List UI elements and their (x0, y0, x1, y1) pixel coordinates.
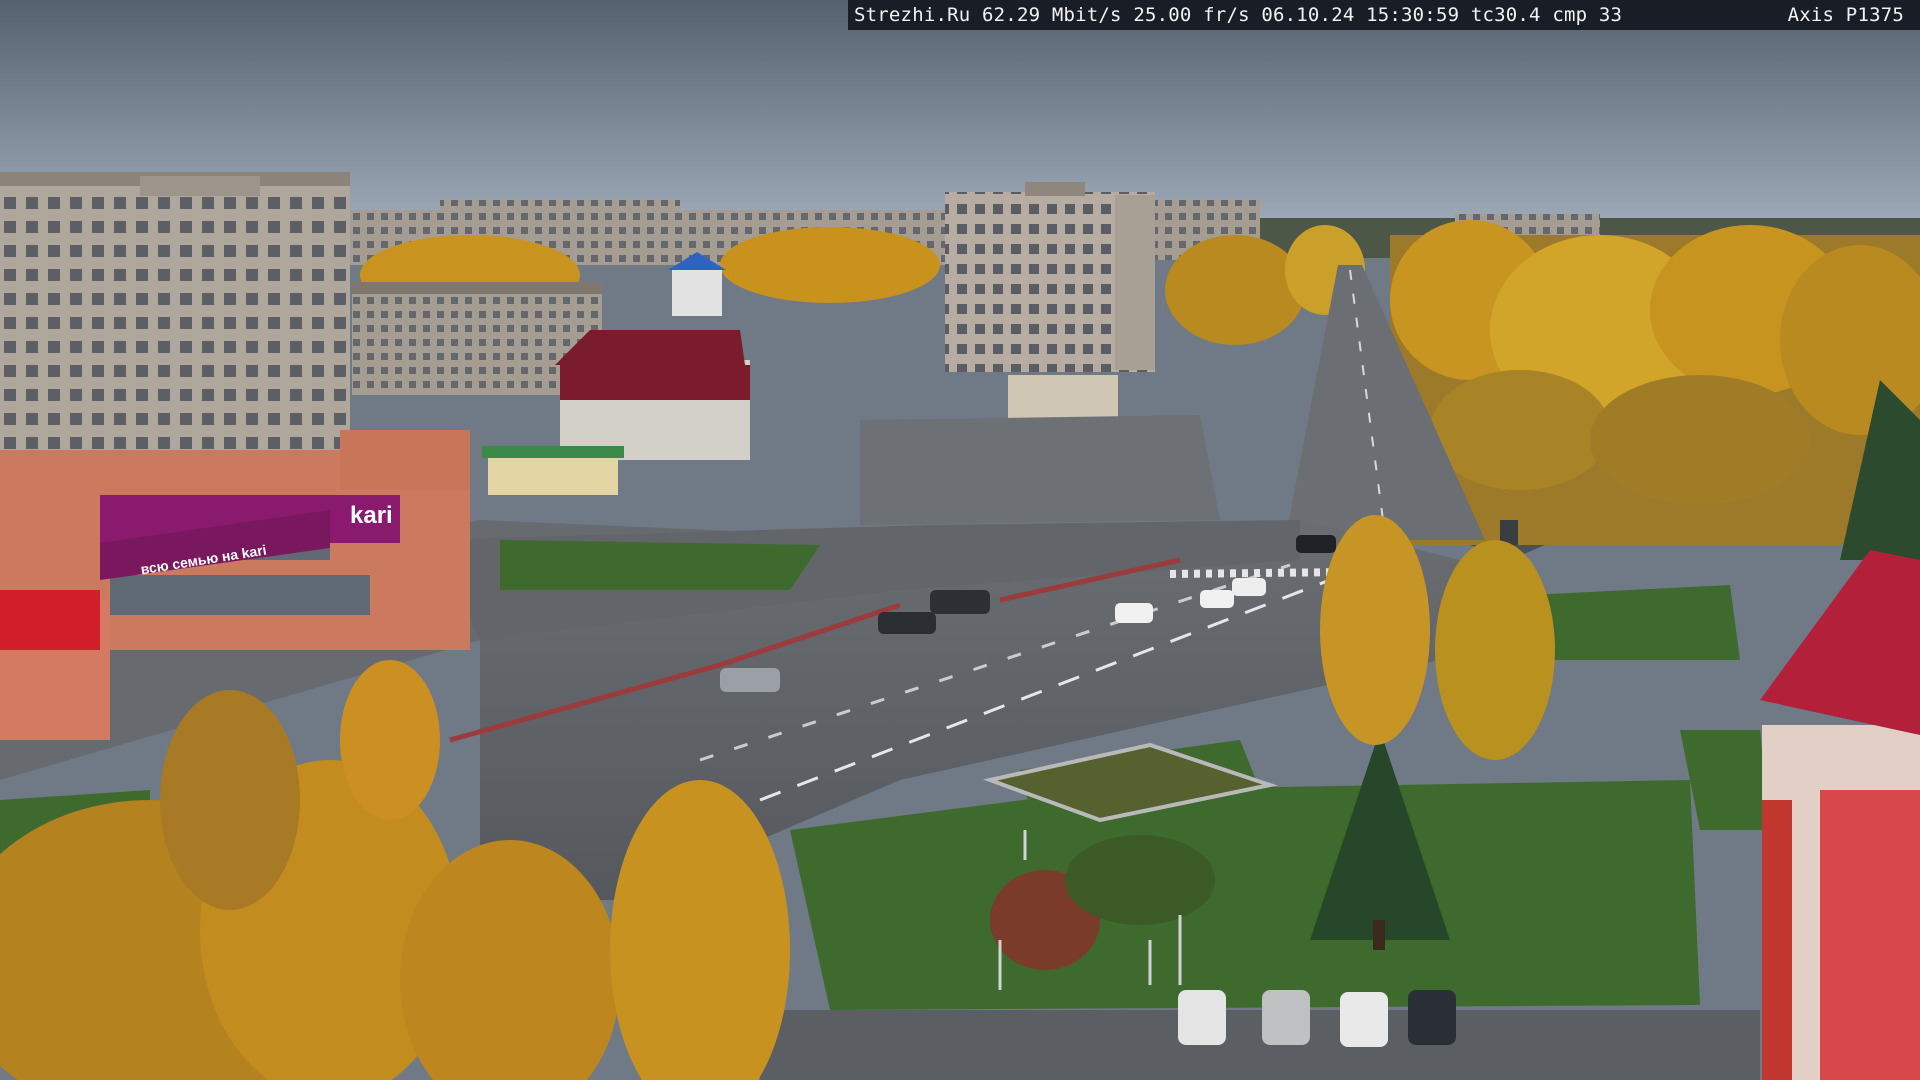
kari-logo-sign: kari (350, 502, 393, 529)
camera-info-overlay: Strezhi.Ru 62.29 Mbit/s 25.00 fr/s 06.10… (848, 0, 1920, 30)
webcam-scene: kari всю семью на kari (0, 0, 1920, 1080)
red-roof-tower-right (1760, 550, 1920, 1080)
parking-lot (760, 1010, 1760, 1080)
maroon-roof-building (555, 330, 750, 460)
overlay-stats-text: Strezhi.Ru 62.29 Mbit/s 25.00 fr/s 06.10… (854, 4, 1623, 26)
plaza (860, 415, 1220, 525)
overlay-camera-model: Axis P1375 (1787, 4, 1904, 26)
pavilion (1008, 375, 1118, 420)
central-tower-building (945, 182, 1155, 372)
kiosk-green-roof (482, 446, 624, 495)
